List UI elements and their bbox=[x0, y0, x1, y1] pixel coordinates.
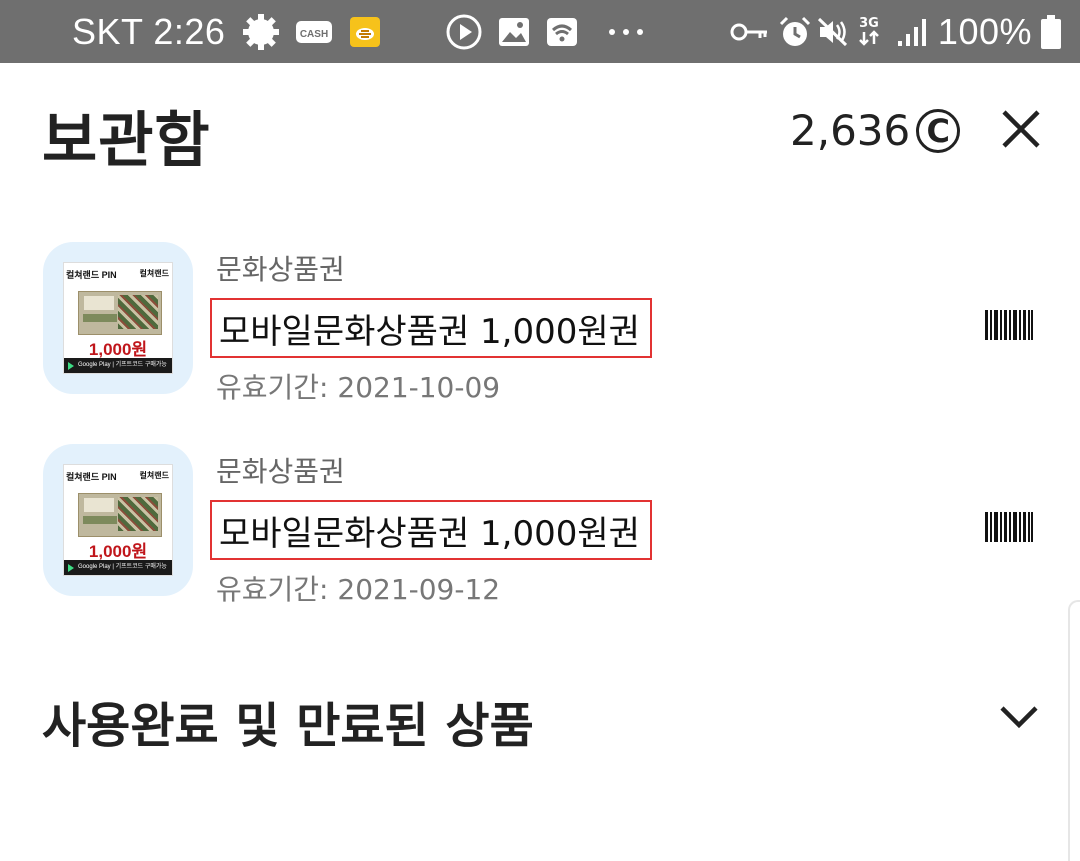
item-name-highlight: 모바일문화상품권 1,000원권 bbox=[210, 500, 652, 560]
image-icon bbox=[497, 16, 531, 48]
item-name: 모바일문화상품권 1,000원권 bbox=[219, 311, 640, 352]
chevron-down-icon bbox=[1000, 706, 1038, 729]
card-footer: Google Play | 기프트코드 구매가능 bbox=[64, 358, 172, 373]
alarm-icon bbox=[778, 15, 812, 49]
gear-icon bbox=[241, 12, 281, 52]
signal-icon bbox=[896, 17, 928, 47]
barcode-icon bbox=[985, 512, 1033, 542]
network-label: 3G bbox=[859, 16, 879, 31]
expired-products-section[interactable]: 사용완료 및 만료된 상품 bbox=[0, 680, 1080, 770]
item-name-highlight: 모바일문화상품권 1,000원권 bbox=[210, 298, 652, 358]
carrier-time: SKT 2:26 bbox=[72, 10, 226, 52]
battery-icon bbox=[1040, 14, 1062, 50]
coin-symbol: C bbox=[926, 111, 950, 150]
battery-percent: 100% bbox=[937, 10, 1032, 52]
item-name: 모바일문화상품권 1,000원권 bbox=[219, 513, 640, 554]
barcode-button[interactable] bbox=[985, 512, 1033, 542]
play-icon bbox=[445, 13, 483, 51]
status-bar-right: 3G 100% bbox=[730, 0, 1062, 63]
cash-icon: CASH bbox=[295, 17, 335, 47]
barcode-button[interactable] bbox=[985, 310, 1033, 340]
card-artwork bbox=[78, 493, 162, 537]
key-icon bbox=[730, 20, 770, 44]
status-bar: SKT 2:26 CASH 3G 100% bbox=[0, 0, 1080, 63]
gift-card-image: 컬쳐랜드 PIN 컬쳐랜드 1,000원 Google Play | 기프트코드… bbox=[63, 464, 173, 576]
card-price: 1,000원 bbox=[88, 340, 148, 359]
item-category: 문화상품권 bbox=[216, 455, 345, 488]
card-brand-right: 컬쳐랜드 bbox=[139, 269, 169, 278]
status-bar-left: SKT 2:26 CASH bbox=[72, 11, 645, 53]
close-button[interactable] bbox=[998, 106, 1044, 152]
card-artwork bbox=[78, 291, 162, 335]
item-expiry: 유효기간: 2021-10-09 bbox=[216, 371, 501, 404]
card-brand-right: 컬쳐랜드 bbox=[139, 471, 169, 480]
close-icon bbox=[1002, 110, 1040, 148]
bee-icon bbox=[349, 16, 381, 48]
more-icon bbox=[607, 27, 645, 37]
list-item[interactable]: 컬쳐랜드 PIN 컬쳐랜드 1,000원 Google Play | 기프트코드… bbox=[0, 242, 1080, 412]
network-3g-icon: 3G bbox=[854, 17, 884, 46]
section-title: 사용완료 및 만료된 상품 bbox=[42, 698, 534, 754]
coin-icon: C bbox=[916, 108, 961, 153]
page-title: 보관함 bbox=[42, 106, 211, 176]
item-category: 문화상품권 bbox=[216, 253, 345, 286]
card-footer: Google Play | 기프트코드 구매가능 bbox=[64, 560, 172, 575]
cash-icon-label: CASH bbox=[300, 29, 328, 40]
list-item[interactable]: 컬쳐랜드 PIN 컬쳐랜드 1,000원 Google Play | 기프트코드… bbox=[0, 444, 1080, 614]
panel-edge bbox=[1068, 600, 1080, 861]
points-balance: 2,636 C bbox=[790, 106, 961, 155]
gift-card-image: 컬쳐랜드 PIN 컬쳐랜드 1,000원 Google Play | 기프트코드… bbox=[63, 262, 173, 374]
item-expiry: 유효기간: 2021-09-12 bbox=[216, 573, 501, 606]
product-thumbnail: 컬쳐랜드 PIN 컬쳐랜드 1,000원 Google Play | 기프트코드… bbox=[43, 444, 193, 596]
barcode-icon bbox=[985, 310, 1033, 340]
points-value: 2,636 bbox=[790, 106, 911, 155]
mute-icon bbox=[816, 15, 850, 49]
wifi-icon bbox=[545, 16, 579, 48]
card-price: 1,000원 bbox=[88, 542, 148, 561]
product-thumbnail: 컬쳐랜드 PIN 컬쳐랜드 1,000원 Google Play | 기프트코드… bbox=[43, 242, 193, 394]
